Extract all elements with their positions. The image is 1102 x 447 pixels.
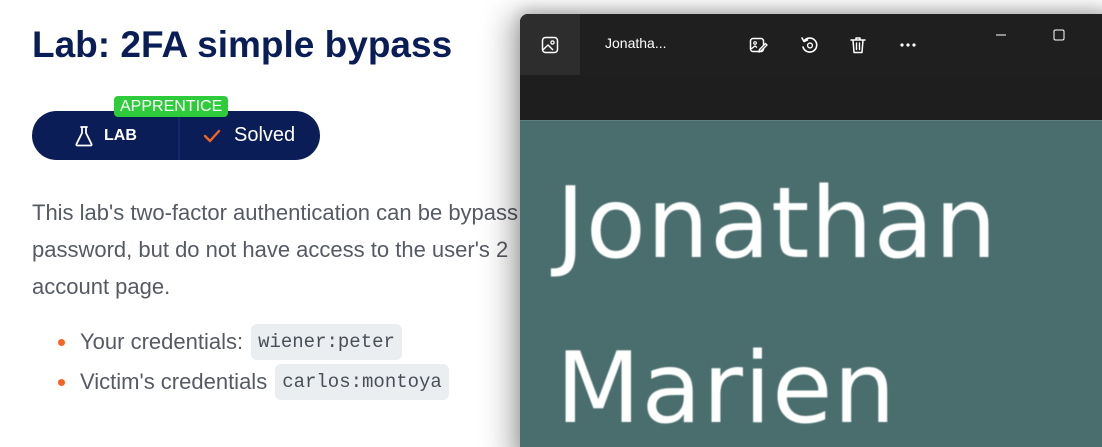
lab-status-pill: LAB Solved [32, 111, 320, 160]
photo-viewer-window[interactable]: Jonatha... Jonathan Marien [520, 14, 1102, 447]
check-icon [203, 129, 221, 142]
delete-button[interactable] [845, 32, 871, 58]
edit-image-icon [749, 37, 768, 53]
list-item: Your credentials: wiener:peter [58, 322, 449, 362]
minimize-icon [996, 34, 1006, 36]
lab-badge: LAB [32, 111, 178, 160]
list-item: Victim's credentials carlos:montoya [58, 362, 449, 402]
file-name: Jonatha... [605, 35, 667, 51]
bullet-icon [58, 339, 65, 346]
credential-label: Your credentials: [80, 329, 244, 354]
solved-status: Solved [180, 111, 295, 160]
credential-label: Victim's credentials [80, 369, 268, 394]
credentials-list: Your credentials: wiener:peter Victim's … [58, 322, 449, 402]
photo-icon [541, 36, 559, 53]
credential-value: wiener:peter [251, 324, 402, 360]
page-title: Lab: 2FA simple bypass [32, 24, 453, 65]
maximize-icon [1053, 29, 1065, 41]
image-text-line: Marien [556, 332, 897, 446]
bullet-icon [58, 379, 65, 386]
lab-description: This lab's two-factor authentication can… [32, 200, 519, 299]
screen: Lab: 2FA simple bypass APPRENTICE LAB So… [0, 0, 1102, 447]
level-badge: APPRENTICE [114, 96, 229, 117]
displayed-image[interactable]: Jonathan Marien [520, 120, 1102, 447]
status-label: Solved [234, 124, 296, 146]
trash-icon [850, 37, 866, 54]
more-icon [900, 43, 916, 47]
lab-badge-label: LAB [104, 126, 137, 144]
rotate-icon [801, 37, 818, 53]
more-options-button[interactable] [895, 32, 921, 58]
edit-image-button[interactable] [745, 32, 771, 58]
viewer-toolbar-spacer [520, 75, 1102, 120]
rotate-button[interactable] [796, 32, 822, 58]
app-icon-button[interactable] [520, 14, 580, 75]
viewer-titlebar[interactable]: Jonatha... [520, 14, 1102, 75]
maximize-button[interactable] [1044, 24, 1074, 46]
credential-value: carlos:montoya [275, 364, 449, 400]
flask-icon [75, 125, 93, 146]
minimize-button[interactable] [986, 24, 1016, 46]
image-text-line: Jonathan [556, 167, 998, 281]
